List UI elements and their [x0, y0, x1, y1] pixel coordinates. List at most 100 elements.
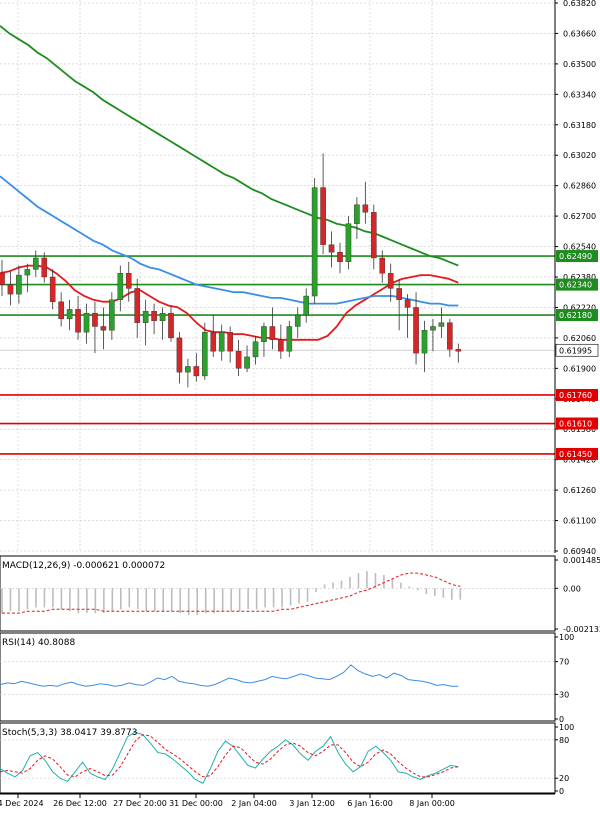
candle-body	[396, 288, 402, 301]
candle-body	[337, 252, 343, 262]
time-tick-label: 6 Jan 16:00	[347, 799, 393, 808]
macd-tick-label: 0.00	[563, 584, 581, 593]
candle-body	[7, 284, 14, 295]
stochastic-tick-label: 100	[559, 723, 574, 732]
candle-body	[345, 223, 352, 262]
candle-body	[286, 326, 293, 352]
candle-body	[261, 326, 267, 342]
candle-body	[75, 309, 81, 333]
support-level-label: 0.61610	[559, 420, 592, 429]
stochastic-tick-label: 0	[559, 787, 564, 796]
candle-body	[134, 288, 141, 323]
stochastic-tick-label: 80	[559, 736, 569, 745]
candle-body	[117, 272, 124, 301]
candle-body	[125, 272, 132, 289]
price-tick-label: 0.61900	[563, 364, 596, 373]
candle-body	[235, 351, 242, 369]
candle-body	[151, 311, 157, 321]
candle-body	[66, 309, 73, 320]
candle-body	[0, 272, 5, 285]
price-level-labels: 0.62490 0.62340 0.62180 0.61760 0.61610 0.614…	[555, 250, 599, 460]
rsi-tick-label: 100	[559, 633, 574, 642]
candle-body	[142, 311, 149, 323]
candle-body	[227, 331, 233, 352]
time-tick-label: 3 Jan 12:00	[289, 799, 335, 808]
candle-body	[210, 331, 217, 352]
candle-body	[438, 322, 445, 327]
candle	[311, 178, 318, 304]
candle-body	[218, 331, 225, 352]
resistance-level-label: 0.62490	[559, 252, 592, 261]
price-tick-label: 0.60940	[563, 547, 596, 556]
candle-body	[328, 244, 335, 253]
candle-body	[58, 301, 64, 320]
current-price-label: 0.61995	[559, 346, 592, 355]
forex-chart: 0.63820 0.63660 0.63500 0.63340 0.63180 0.630…	[0, 0, 600, 814]
price-tick-label: 0.63660	[563, 29, 596, 38]
macd-tick-label: 0.001485	[563, 556, 600, 565]
time-tick-label: 8 Jan 00:00	[409, 799, 455, 808]
time-tick-label: 26 Dec 12:00	[53, 799, 107, 808]
stochastic-panel: Stoch(5,3,3) 38.0417 39.8773 100 80 20 0	[0, 722, 574, 796]
price-tick-label: 0.62060	[563, 334, 596, 343]
candle-body	[185, 366, 191, 373]
candle-body	[193, 366, 200, 377]
candle-body	[176, 337, 183, 373]
resistance-level-label: 0.62180	[559, 311, 592, 320]
candle-body	[294, 314, 301, 327]
candle-body	[320, 187, 326, 245]
candle-body	[354, 204, 360, 224]
candle	[345, 216, 352, 270]
candle-body	[24, 269, 31, 276]
candle-body	[379, 257, 386, 274]
price-tick-label: 0.61260	[563, 486, 596, 495]
macd-panel: MACD(12,26,9) -0.000621 0.000072 0.00148…	[0, 555, 600, 634]
candle-body	[100, 326, 107, 331]
candle-body	[16, 274, 22, 295]
price-tick-label: 0.61100	[563, 517, 596, 526]
candle-body	[168, 312, 174, 339]
candle-body	[404, 299, 411, 308]
candle-body	[278, 339, 284, 352]
candle-body	[159, 312, 166, 321]
price-tick-label: 0.62860	[563, 182, 596, 191]
rsi-tick-label: 30	[559, 690, 569, 699]
time-tick-label: 2 Jan 04:00	[231, 799, 277, 808]
candle-body	[33, 257, 39, 270]
candle-body	[269, 326, 276, 340]
rsi-tick-label: 70	[559, 658, 569, 667]
stochastic-title: Stoch(5,3,3) 38.0417 39.8773	[2, 728, 137, 738]
candle-body	[362, 204, 369, 213]
time-tick-label: 27 Dec 20:00	[113, 799, 167, 808]
rsi-panel-frame	[0, 632, 556, 722]
price-tick-label: 0.63500	[563, 60, 596, 69]
candle-body	[303, 295, 310, 316]
candle-body	[49, 276, 56, 302]
time-tick-label: 24 Dec 2024	[0, 799, 44, 808]
candle-body	[92, 312, 98, 327]
candle-body	[387, 272, 394, 289]
support-level-label: 0.61450	[559, 450, 592, 459]
support-level-label: 0.61760	[559, 391, 592, 400]
candle-body	[430, 326, 436, 331]
price-tick-label: 0.63180	[563, 121, 596, 130]
candle-body	[311, 187, 318, 297]
rsi-title: RSI(14) 40.8088	[2, 638, 75, 648]
price-tick-label: 0.63340	[563, 90, 596, 99]
candle-body	[41, 257, 48, 278]
price-tick-label: 0.63020	[563, 151, 596, 160]
candle-body	[201, 331, 208, 377]
candle-body	[371, 212, 377, 259]
candle-body	[244, 356, 250, 369]
candle-body	[109, 299, 115, 331]
candle-body	[455, 349, 462, 352]
rsi-panel: RSI(14) 40.8088 10070300	[0, 632, 574, 724]
candle-body	[83, 312, 90, 333]
candle-body	[421, 330, 428, 354]
candle-body	[413, 307, 419, 354]
macd-title: MACD(12,26,9) -0.000621 0.000072	[2, 561, 165, 571]
stochastic-tick-label: 20	[559, 774, 569, 783]
price-tick-label: 0.62700	[563, 212, 596, 221]
price-tick-label: 0.63820	[563, 0, 596, 8]
time-tick-label: 31 Dec 00:00	[169, 799, 223, 808]
